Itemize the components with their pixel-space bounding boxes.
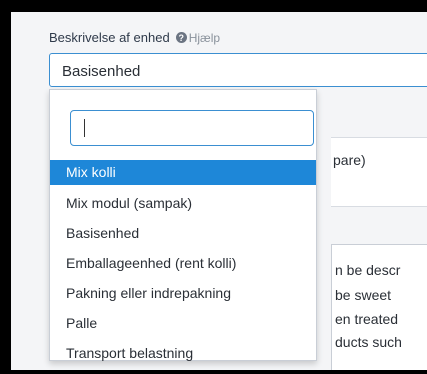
help-link[interactable]: Hjælp xyxy=(189,31,220,45)
background-text: pare) xyxy=(333,152,366,168)
background-line: n be descr xyxy=(335,262,401,278)
dropdown-option-palle[interactable]: Palle xyxy=(50,308,316,338)
dropdown-option-mix-kolli[interactable]: Mix kolli xyxy=(50,160,316,185)
select-dropdown: Mix kolli Mix modul (sampak) Basisenhed … xyxy=(49,89,317,361)
background-line: en treated xyxy=(335,311,399,327)
background-line: be sweet xyxy=(335,287,392,303)
dropdown-search-input[interactable] xyxy=(70,110,314,146)
dropdown-option-transport-belastning[interactable]: Transport belastning xyxy=(50,338,316,368)
help-icon[interactable]: ? xyxy=(175,32,187,43)
select-value: Basisenhed xyxy=(62,63,141,80)
background-line: ducts such xyxy=(335,334,402,350)
form-panel: Beskrivelse af enhed ? Hjælp Basisenhed … xyxy=(11,12,427,370)
dropdown-option-emballageenhed[interactable]: Emballageenhed (rent kolli) xyxy=(50,248,316,278)
field-label: Beskrivelse af enhed ? Hjælp xyxy=(49,30,220,45)
dropdown-option-mix-modul[interactable]: Mix modul (sampak) xyxy=(50,188,316,218)
dropdown-option-pakning[interactable]: Pakning eller indrepakning xyxy=(50,278,316,308)
text-caret xyxy=(84,119,85,137)
field-label-text: Beskrivelse af enhed xyxy=(49,30,170,45)
dropdown-option-basisenhed[interactable]: Basisenhed xyxy=(50,218,316,248)
dropdown-options: Mix kolli Mix modul (sampak) Basisenhed … xyxy=(50,160,316,368)
unit-description-select[interactable]: Basisenhed xyxy=(49,53,427,87)
background-panel xyxy=(331,137,427,207)
